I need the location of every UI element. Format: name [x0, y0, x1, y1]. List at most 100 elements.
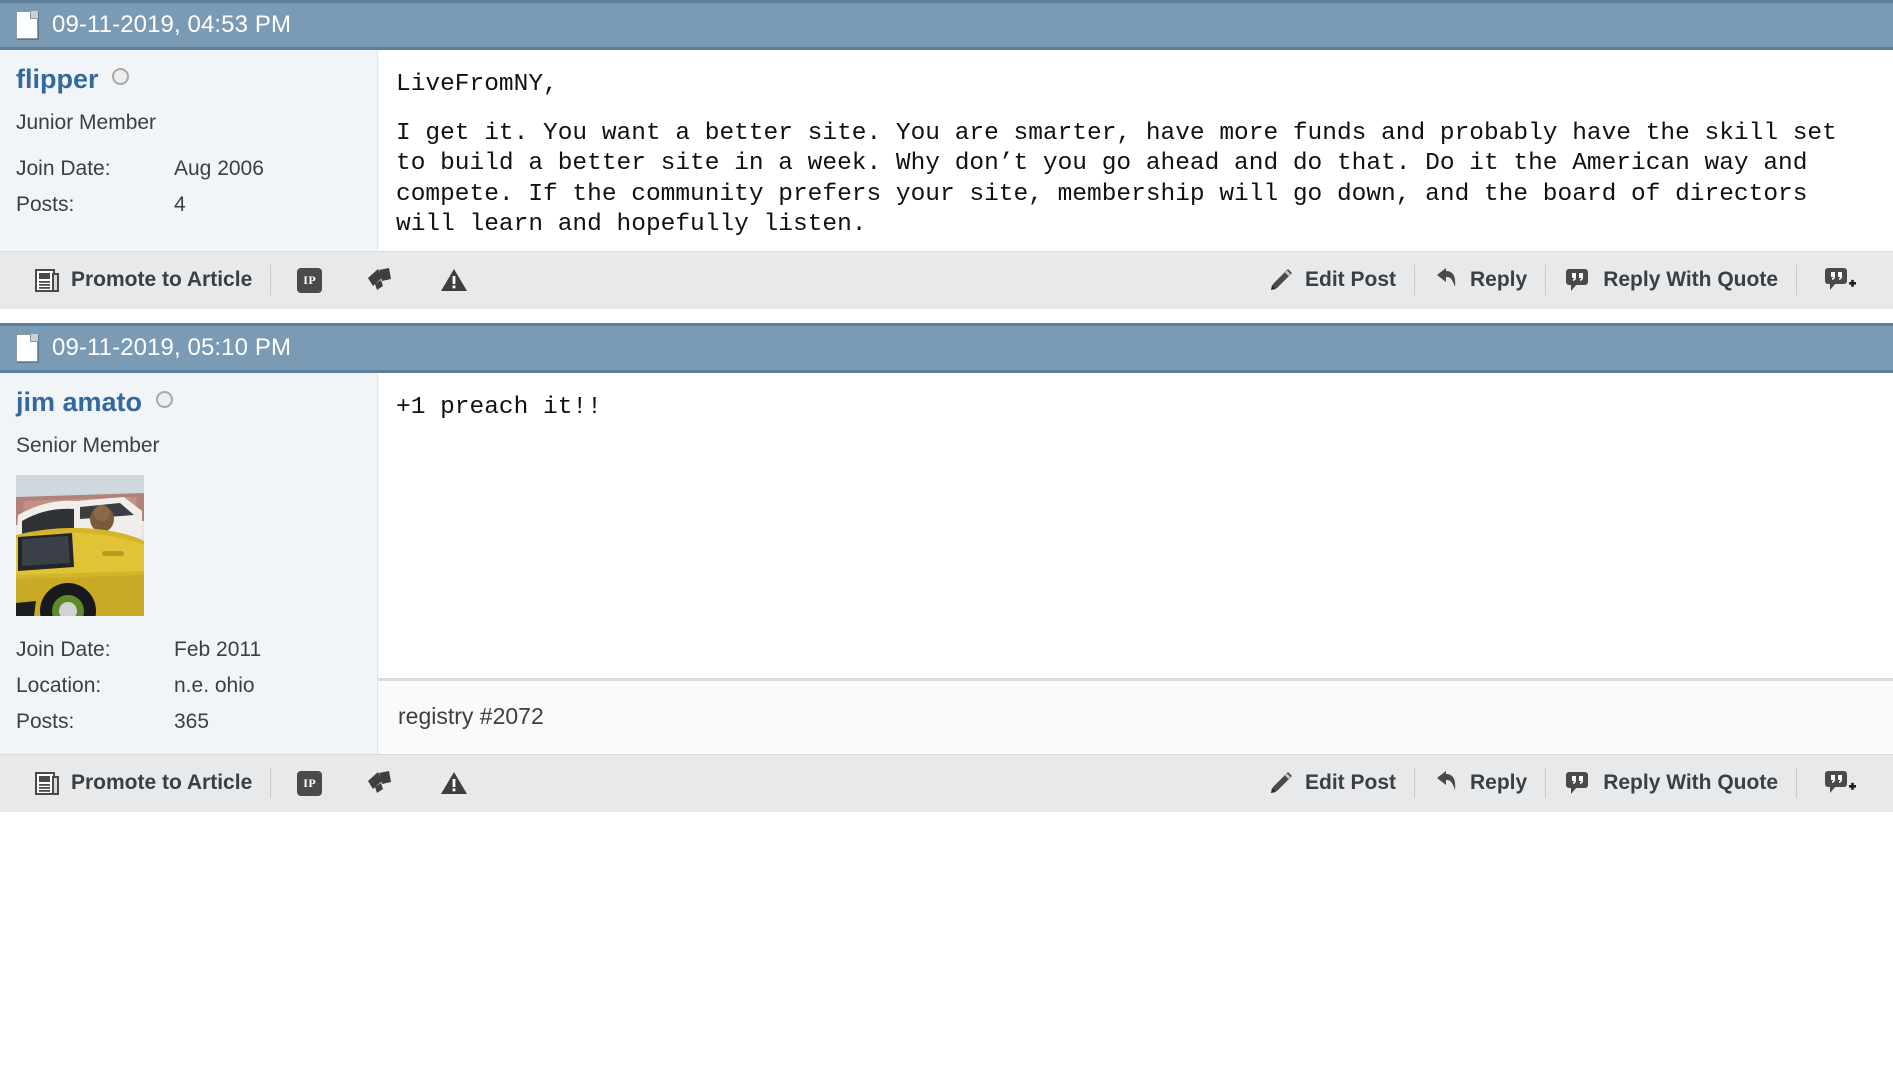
user-stat-label: Join Date: [16, 157, 111, 180]
message-paragraph: I get it. You want a better site. You ar… [396, 119, 1837, 239]
user-stat-value: 4 [174, 193, 186, 217]
avatar[interactable] [16, 474, 144, 616]
post-controls-right: Edit Post Reply Reply With Quote [1254, 265, 1879, 295]
post-controls: Promote to Article IP Edit Post Reply Re… [0, 753, 1893, 812]
user-stat-value: n.e. ohio [174, 673, 255, 697]
control-divider [1414, 265, 1415, 295]
promote-to-article-button[interactable]: Promote to Article [20, 267, 266, 293]
user-stat-row: Location: n.e. ohio [16, 671, 261, 707]
newspaper-icon [34, 267, 60, 293]
edit-post-button[interactable]: Edit Post [1254, 770, 1410, 796]
reply-with-quote-button[interactable]: Reply With Quote [1550, 267, 1792, 293]
message-paragraph: +1 preach it!! [396, 393, 602, 421]
edit-post-label: Edit Post [1304, 771, 1396, 795]
reply-arrow-icon [1433, 770, 1459, 796]
post: 09-11-2019, 05:10 PM jim amato Senior Me… [0, 322, 1893, 812]
edit-post-button[interactable]: Edit Post [1254, 267, 1410, 293]
message-paragraph: LiveFromNY, [396, 71, 558, 98]
username-row: flipper [16, 64, 377, 95]
thread-posts: 09-11-2019, 04:53 PM flipper Junior Memb… [0, 0, 1893, 812]
post-header: 09-11-2019, 04:53 PM [0, 0, 1893, 50]
reply-button[interactable]: Reply [1419, 267, 1541, 293]
promote-to-article-label: Promote to Article [71, 268, 253, 291]
edit-post-label: Edit Post [1304, 268, 1396, 291]
post-user-info: jim amato Senior Member Join Date: Feb 2… [0, 372, 377, 754]
report-post-icon [440, 770, 468, 796]
username-link[interactable]: flipper [16, 64, 99, 95]
user-stat-value: 365 [174, 710, 210, 734]
pencil-icon [1268, 267, 1294, 293]
blog-this-post-button[interactable] [344, 266, 418, 294]
post-separator [0, 308, 1893, 323]
user-stat-row: Join Date: Aug 2006 [16, 154, 264, 190]
control-divider [270, 768, 272, 799]
blog-this-post-button[interactable] [344, 769, 418, 797]
ip-address-icon: IP [297, 770, 323, 796]
user-stats: Join Date: Aug 2006 Posts: 4 [16, 154, 377, 227]
report-post-button[interactable] [418, 267, 490, 293]
promote-to-article-label: Promote to Article [71, 771, 253, 795]
multi-quote-button[interactable] [1801, 769, 1879, 797]
user-stat-row: Join Date: Feb 2011 [16, 635, 261, 671]
user-stat-label: Location: [16, 673, 102, 697]
post-body: flipper Junior Member Join Date: Aug 200… [0, 50, 1893, 251]
user-stats: Join Date: Feb 2011 Location: n.e. ohio … [16, 635, 377, 744]
multi-quote-add-icon [1823, 266, 1857, 294]
reply-with-quote-label: Reply With Quote [1603, 268, 1778, 291]
user-stat-value: Aug 2006 [174, 157, 264, 180]
control-divider [270, 265, 272, 295]
control-divider [1796, 265, 1797, 295]
quote-bubble-icon [1564, 267, 1592, 293]
username-row: jim amato [16, 387, 377, 418]
post-body: jim amato Senior Member Join Date: Feb 2… [0, 372, 1893, 754]
reply-label: Reply [1470, 268, 1528, 291]
pencil-icon [1268, 770, 1294, 796]
control-divider [1545, 265, 1547, 295]
blog-this-post-icon [366, 769, 396, 797]
post-controls-left: Promote to Article IP [20, 265, 490, 295]
user-stat-row: Posts: 4 [16, 190, 264, 226]
multi-quote-button[interactable] [1801, 266, 1879, 294]
blog-this-post-icon [366, 266, 396, 294]
reply-with-quote-button[interactable]: Reply With Quote [1550, 770, 1792, 796]
ip-address-button[interactable]: IP [275, 770, 344, 796]
user-stat-row: Posts: 365 [16, 707, 261, 743]
reply-button[interactable]: Reply [1419, 770, 1541, 796]
ip-address-button[interactable]: IP [275, 267, 344, 293]
post: 09-11-2019, 04:53 PM flipper Junior Memb… [0, 0, 1893, 309]
quote-bubble-icon [1564, 770, 1592, 796]
post-controls-right: Edit Post Reply Reply With Quote [1254, 768, 1879, 799]
reply-arrow-icon [1433, 267, 1459, 293]
username-link[interactable]: jim amato [16, 387, 142, 418]
control-divider [1796, 768, 1797, 799]
report-post-icon [440, 267, 468, 293]
post-header: 09-11-2019, 05:10 PM [0, 322, 1893, 373]
multi-quote-add-icon [1823, 769, 1857, 797]
user-title: Junior Member [16, 111, 157, 134]
reply-label: Reply [1470, 771, 1528, 795]
post-controls-left: Promote to Article IP [20, 768, 490, 799]
post-message: +1 preach it!! [378, 373, 1893, 678]
offline-status-dot [111, 68, 129, 85]
post-controls: Promote to Article IP Edit Post Reply Re… [0, 250, 1893, 309]
control-divider [1414, 768, 1415, 799]
user-stat-label: Posts: [16, 193, 75, 217]
page-icon [16, 11, 38, 39]
post-message-wrap: LiveFromNY, I get it. You want a better … [377, 50, 1893, 251]
page-icon [16, 333, 38, 362]
user-stat-label: Join Date: [16, 637, 111, 661]
promote-to-article-button[interactable]: Promote to Article [20, 770, 266, 796]
post-message-wrap: +1 preach it!! registry #2072 [377, 372, 1893, 754]
post-date: 09-11-2019, 04:53 PM [52, 11, 292, 38]
reply-with-quote-label: Reply With Quote [1603, 771, 1778, 795]
post-date: 09-11-2019, 05:10 PM [52, 333, 292, 361]
user-stat-label: Posts: [16, 710, 75, 734]
offline-status-dot [155, 390, 173, 408]
control-divider [1545, 768, 1547, 799]
report-post-button[interactable] [418, 770, 490, 796]
ip-address-icon: IP [297, 267, 323, 293]
post-message: LiveFromNY, I get it. You want a better … [378, 50, 1893, 251]
newspaper-icon [34, 770, 60, 796]
user-stat-value: Feb 2011 [174, 637, 262, 661]
user-title: Senior Member [16, 433, 160, 457]
